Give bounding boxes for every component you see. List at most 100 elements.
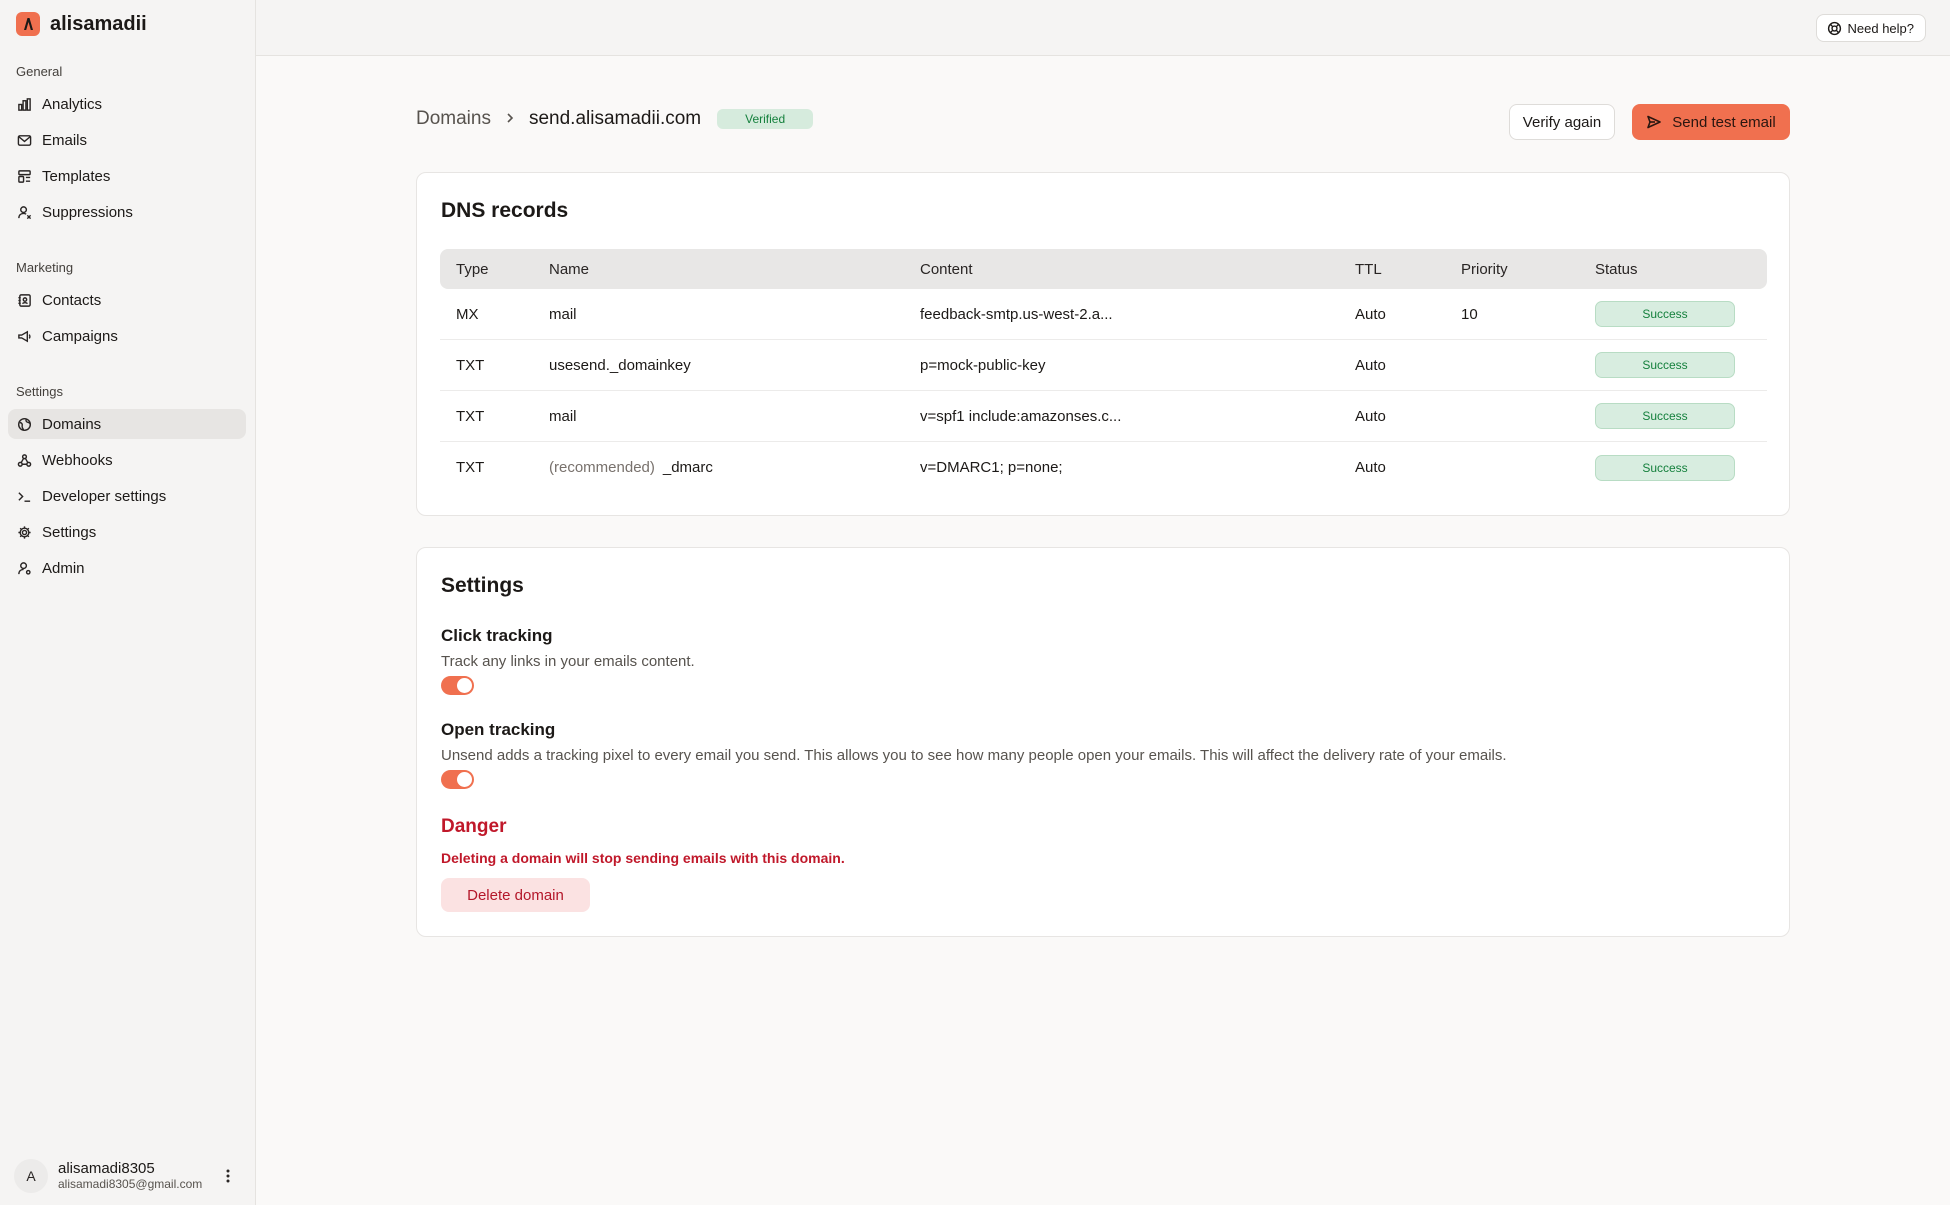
terminal-icon (16, 488, 32, 504)
open-tracking-label: Open tracking (441, 720, 556, 739)
record-type[interactable]: MX (440, 306, 549, 323)
record-type[interactable]: TXT (440, 408, 549, 425)
delete-domain-button[interactable]: Delete domain (441, 878, 590, 912)
sidebar-item-campaigns[interactable]: Campaigns (8, 321, 246, 351)
breadcrumb-domains-link[interactable]: Domains (416, 108, 491, 130)
status-badge: Success (1595, 454, 1735, 481)
verify-again-button[interactable]: Verify again (1509, 104, 1615, 140)
sidebar-item-settings[interactable]: Settings (8, 517, 246, 547)
need-help-button[interactable]: Need help? (1815, 14, 1926, 42)
webhook-icon (16, 452, 32, 468)
sidebar-item-developer-settings[interactable]: Developer settings (8, 481, 246, 511)
record-type[interactable]: TXT (440, 459, 549, 476)
status-badge: Success (1595, 301, 1735, 327)
megaphone-icon (16, 328, 32, 344)
record-ttl: Auto (1355, 305, 1386, 323)
send-icon (1646, 114, 1662, 130)
nav-group-settings: Settings (16, 384, 63, 399)
column-header-content: Content (920, 260, 973, 278)
sidebar-item-label: Domains (42, 415, 102, 433)
record-name[interactable]: usesend._domainkey (549, 357, 920, 374)
sidebar-item-webhooks[interactable]: Webhooks (8, 445, 246, 475)
table-header: Type Name Content TTL Priority Status (440, 249, 1767, 289)
nav-group-general: General (16, 64, 63, 79)
toggle-knob (457, 678, 472, 693)
toggle-knob (457, 772, 472, 787)
user-x-icon (16, 204, 32, 220)
sidebar-item-contacts[interactable]: Contacts (8, 285, 246, 315)
table-row: TXT mail v=spf1 include:amazonses.c... A… (440, 391, 1767, 442)
settings-title: Settings (441, 574, 524, 597)
help-circle-icon (1827, 21, 1842, 36)
send-test-email-button[interactable]: Send test email (1632, 104, 1790, 140)
gear-icon (16, 524, 32, 540)
sidebar-item-label: Developer settings (42, 487, 167, 505)
record-status-cell: Success (1595, 403, 1767, 429)
sidebar-item-label: Campaigns (42, 327, 118, 345)
sidebar-item-domains[interactable]: Domains (8, 409, 246, 439)
brand[interactable]: alisamadii (16, 12, 147, 36)
user-name: alisamadi8305 (58, 1160, 155, 1178)
click-tracking-label: Click tracking (441, 626, 553, 645)
open-tracking-toggle[interactable] (441, 770, 474, 789)
verified-badge: Verified (717, 109, 814, 129)
record-priority: 10 (1461, 305, 1478, 323)
user-cog-icon (16, 560, 32, 576)
topbar: Need help? (256, 0, 1950, 56)
user-email: alisamadi8305@gmail.com (58, 1176, 203, 1191)
record-status-cell: Success (1595, 454, 1767, 481)
danger-title: Danger (441, 816, 507, 837)
record-name-value: usesend._domainkey (549, 356, 691, 374)
record-name[interactable]: (recommended) _dmarc (549, 459, 920, 476)
sidebar-item-label: Suppressions (42, 203, 133, 221)
column-header-priority: Priority (1461, 260, 1508, 278)
send-test-email-label: Send test email (1672, 113, 1776, 131)
more-vertical-icon[interactable] (220, 1164, 236, 1188)
record-name[interactable]: mail (549, 306, 920, 323)
click-tracking-toggle[interactable] (441, 676, 474, 695)
mail-icon (16, 132, 32, 148)
record-content[interactable]: v=DMARC1; p=none; (920, 459, 1355, 476)
record-name-value: mail (549, 305, 577, 323)
layout-template-icon (16, 168, 32, 184)
column-header-type: Type (456, 260, 489, 278)
user-profile[interactable]: A alisamadi8305 alisamadi8305@gmail.com (14, 1156, 244, 1196)
sidebar-item-label: Templates (42, 167, 111, 185)
record-name-value: mail (549, 407, 577, 425)
sidebar-item-suppressions[interactable]: Suppressions (8, 197, 246, 227)
record-content[interactable]: v=spf1 include:amazonses.c... (920, 408, 1355, 425)
chevron-right-icon (505, 111, 515, 127)
dns-records-title: DNS records (441, 199, 569, 222)
open-tracking-description: Unsend adds a tracking pixel to every em… (441, 747, 1507, 764)
table-row: MX mail feedback-smtp.us-west-2.a... Aut… (440, 289, 1767, 340)
sidebar: alisamadii General Analytics Emails Temp… (0, 0, 256, 1205)
sidebar-item-label: Webhooks (42, 451, 113, 469)
sidebar-item-label: Admin (42, 559, 85, 577)
dns-records-card: DNS records Type Name Content TTL Priori… (416, 172, 1790, 516)
dns-table: Type Name Content TTL Priority Status MX… (440, 249, 1767, 493)
record-type[interactable]: TXT (440, 357, 549, 374)
sidebar-item-label: Emails (42, 131, 88, 149)
avatar: A (14, 1159, 48, 1193)
record-name[interactable]: mail (549, 408, 920, 425)
brand-name: alisamadii (50, 12, 147, 35)
record-content[interactable]: p=mock-public-key (920, 357, 1355, 374)
status-badge: Success (1595, 403, 1735, 429)
sidebar-item-templates[interactable]: Templates (8, 161, 246, 191)
settings-card: Settings Click tracking Track any links … (416, 547, 1790, 937)
record-status-cell: Success (1595, 301, 1767, 327)
column-header-status: Status (1595, 260, 1638, 278)
need-help-label: Need help? (1847, 20, 1915, 36)
sidebar-item-emails[interactable]: Emails (8, 125, 246, 155)
sidebar-item-label: Contacts (42, 291, 102, 309)
table-row: TXT usesend._domainkey p=mock-public-key… (440, 340, 1767, 391)
user-info: alisamadi8305 alisamadi8305@gmail.com (58, 1160, 202, 1191)
sidebar-item-admin[interactable]: Admin (8, 553, 246, 583)
column-header-name: Name (549, 260, 590, 278)
record-ttl: Auto (1355, 459, 1386, 476)
record-content[interactable]: feedback-smtp.us-west-2.a... (920, 306, 1355, 323)
record-status-cell: Success (1595, 352, 1767, 378)
record-ttl: Auto (1355, 356, 1386, 374)
contact-book-icon (16, 292, 32, 308)
sidebar-item-analytics[interactable]: Analytics (8, 89, 246, 119)
